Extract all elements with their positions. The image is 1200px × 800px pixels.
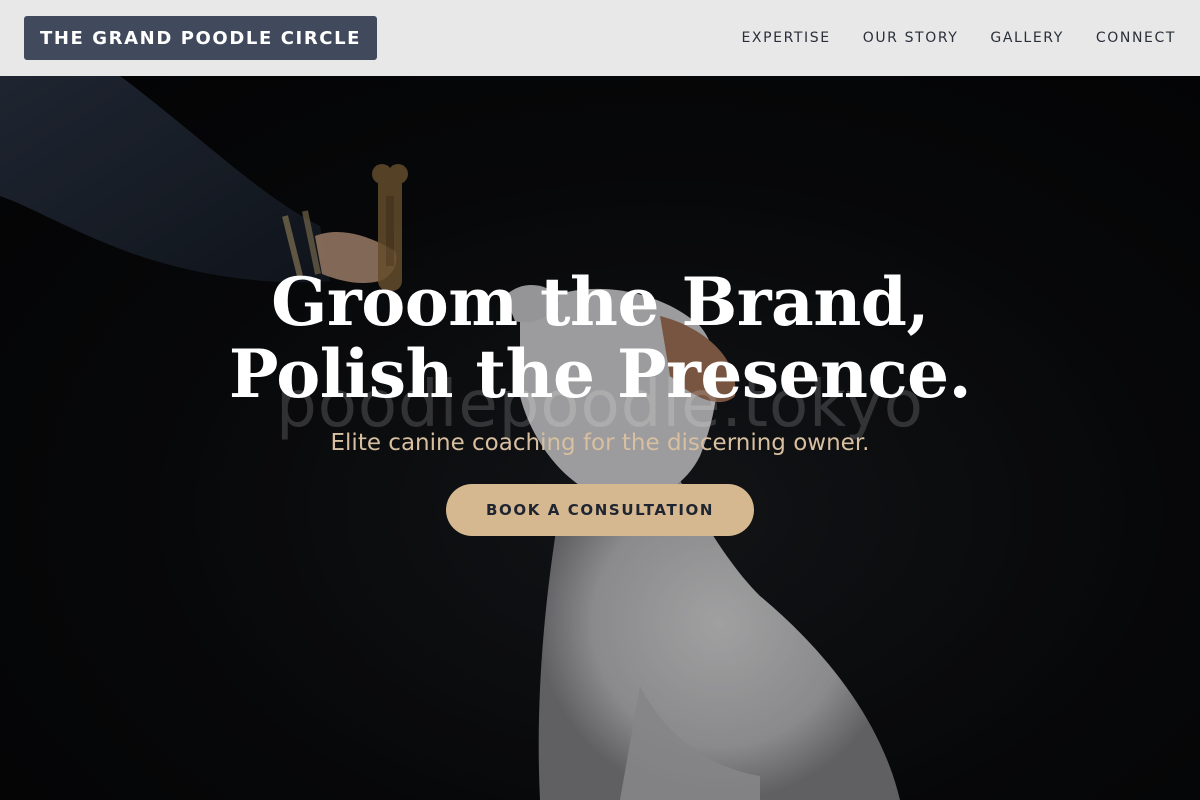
brand-logo[interactable]: THE GRAND POODLE CIRCLE (24, 16, 378, 60)
nav-link-connect[interactable]: CONNECT (1096, 30, 1176, 46)
nav-link-gallery[interactable]: GALLERY (990, 30, 1063, 46)
nav-links: EXPERTISE OUR STORY GALLERY CONNECT (741, 30, 1176, 46)
hero-subheadline: Elite canine coaching for the discerning… (330, 430, 870, 456)
nav-link-our-story[interactable]: OUR STORY (863, 30, 959, 46)
hero-content: Groom the Brand, Polish the Presence. El… (0, 266, 1200, 536)
nav-link-expertise[interactable]: EXPERTISE (741, 30, 830, 46)
book-consultation-button[interactable]: BOOK A CONSULTATION (445, 484, 754, 536)
hero-headline: Groom the Brand, Polish the Presence. (228, 263, 972, 413)
hero-section: poodlepoodle.tokyo Groom the Brand, Poli… (0, 76, 1200, 800)
navbar: THE GRAND POODLE CIRCLE EXPERTISE OUR ST… (0, 0, 1200, 76)
